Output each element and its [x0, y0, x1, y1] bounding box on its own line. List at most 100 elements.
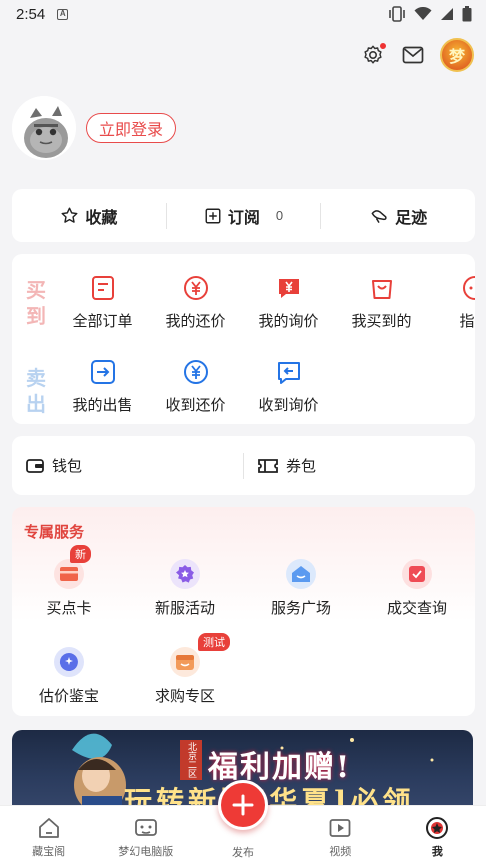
- buy-row: 全部订单 我的还价 我的询价 我买到的 指定: [56, 274, 475, 331]
- my-sales-button[interactable]: 我的出售: [56, 358, 149, 415]
- tab-me[interactable]: 我: [389, 806, 486, 864]
- wallet-panel: 钱包 券包: [12, 436, 475, 495]
- my-sales-label: 我的出售: [72, 397, 133, 414]
- tab-label: 我: [431, 846, 443, 858]
- status-bar: 2:54 A: [0, 0, 486, 28]
- quick-actions: 收藏 订阅 0 足迹: [12, 189, 475, 242]
- banner-ornament: 北京二区: [180, 740, 202, 780]
- status-time: 2:54: [16, 5, 46, 23]
- inbox-arrow-icon: [275, 358, 303, 386]
- all-orders-button[interactable]: 全部订单: [56, 274, 149, 331]
- appraisal-button[interactable]: 估价鉴宝: [14, 647, 124, 706]
- my-inquiry-label: 我的询价: [258, 313, 319, 330]
- wanted-zone-button[interactable]: 测试 求购专区: [130, 633, 240, 706]
- my-counteroffer-button[interactable]: 我的还价: [149, 274, 242, 331]
- house-icon: [37, 816, 61, 840]
- video-icon: [328, 816, 352, 840]
- service-plaza-label: 服务广场: [270, 600, 331, 617]
- order-list-icon: [89, 274, 117, 302]
- yuan-refresh-icon: [182, 358, 210, 386]
- my-purchased-button[interactable]: 我买到的: [335, 274, 428, 331]
- sell-arrow-icon: [89, 358, 117, 386]
- profile-section: 立即登录: [12, 96, 177, 160]
- home-icon: [286, 559, 316, 589]
- status-indicators: [388, 6, 472, 22]
- my-inquiry-button[interactable]: 我的询价: [242, 274, 335, 331]
- favorites-label: 收藏: [85, 209, 118, 227]
- badge-star-icon: [170, 559, 200, 589]
- new-badge: 新: [70, 545, 91, 563]
- transaction-query-button[interactable]: 成交查询: [362, 559, 472, 618]
- wallet-icon: [26, 458, 44, 473]
- services-title: 专属服务: [24, 524, 85, 541]
- plus-icon: [232, 794, 254, 816]
- sell-row: 我的出售 收到还价 收到询价: [56, 358, 335, 415]
- publish-button[interactable]: [218, 780, 268, 830]
- header-actions: 梦: [360, 38, 474, 72]
- subscribe-button[interactable]: 订阅 0: [167, 204, 321, 228]
- check-doc-icon: [402, 559, 432, 589]
- appraisal-icon: [54, 647, 84, 677]
- login-button[interactable]: 立即登录: [86, 113, 177, 143]
- transaction-query-label: 成交查询: [386, 600, 447, 617]
- service-plaza-button[interactable]: 服务广场: [246, 559, 356, 618]
- card-icon: [54, 559, 84, 589]
- my-purchased-label: 我买到的: [351, 313, 412, 330]
- tab-desktop-version[interactable]: 梦幻电脑版: [97, 806, 194, 864]
- received-inquiry-label: 收到询价: [258, 397, 319, 414]
- coupon-label: 券包: [286, 458, 317, 475]
- tab-video[interactable]: 视频: [292, 806, 389, 864]
- subscribe-icon: [205, 208, 221, 223]
- tab-label: 梦幻电脑版: [118, 846, 174, 858]
- wallet-label: 钱包: [52, 458, 83, 475]
- services-panel: 专属服务 新 买点卡 新服活动 服务广场 成交查询 估价鉴宝 测试 求购专区: [12, 507, 475, 716]
- buy-card-label: 买点卡: [46, 600, 92, 617]
- coupon-icon: [258, 458, 278, 473]
- coupon-button[interactable]: 券包: [244, 455, 475, 476]
- game-avatar[interactable]: 梦: [440, 38, 474, 72]
- received-counteroffer-button[interactable]: 收到还价: [149, 358, 242, 415]
- wallet-button[interactable]: 钱包: [12, 455, 243, 476]
- received-counteroffer-label: 收到还价: [165, 397, 226, 414]
- default-avatar-icon: [12, 96, 76, 160]
- star-icon: [61, 207, 78, 223]
- tab-label: 藏宝阁: [32, 846, 66, 858]
- subscribe-count: 0: [275, 208, 284, 223]
- subscribe-label: 订阅: [227, 209, 260, 227]
- tab-label: 视频: [329, 846, 352, 858]
- gamepad-icon: [134, 816, 158, 840]
- favorites-button[interactable]: 收藏: [12, 204, 166, 228]
- footprint-label: 足迹: [395, 209, 428, 227]
- designated-button[interactable]: 指定: [428, 274, 475, 331]
- appraisal-label: 估价鉴宝: [38, 688, 99, 705]
- all-orders-label: 全部订单: [72, 313, 133, 330]
- orders-panel: 买到 卖出 全部订单 我的还价 我的询价 我买到的 指定 我的出售: [12, 254, 475, 424]
- designated-label: 指定: [459, 313, 475, 330]
- test-badge: 测试: [198, 633, 230, 651]
- designated-icon: [461, 274, 475, 302]
- buy-card-button[interactable]: 新 买点卡: [14, 545, 124, 618]
- coin-icon: [425, 816, 449, 840]
- tab-treasure-pavilion[interactable]: 藏宝阁: [0, 806, 97, 864]
- vibrate-icon: [389, 6, 405, 22]
- buy-section-label: 买到: [26, 280, 46, 328]
- my-counteroffer-label: 我的还价: [165, 313, 226, 330]
- battery-icon: [462, 6, 472, 22]
- wifi-icon: [414, 7, 432, 20]
- wanted-box-icon: [170, 647, 200, 677]
- footprint-button[interactable]: 足迹: [321, 204, 475, 228]
- wanted-zone-label: 求购专区: [154, 688, 215, 705]
- inquiry-icon: [275, 274, 303, 302]
- user-avatar[interactable]: [12, 96, 76, 160]
- publish-label: 发布: [232, 847, 254, 859]
- new-server-event-button[interactable]: 新服活动: [130, 559, 240, 618]
- signal-icon: [441, 8, 453, 20]
- sell-section-label: 卖出: [26, 368, 46, 416]
- messages-button[interactable]: [400, 42, 426, 68]
- yuan-icon: [182, 274, 210, 302]
- notification-dot: [380, 43, 386, 49]
- received-inquiry-button[interactable]: 收到询价: [242, 358, 335, 415]
- settings-button[interactable]: [360, 42, 386, 68]
- footprint-icon: [371, 209, 387, 223]
- mail-icon: [402, 46, 424, 64]
